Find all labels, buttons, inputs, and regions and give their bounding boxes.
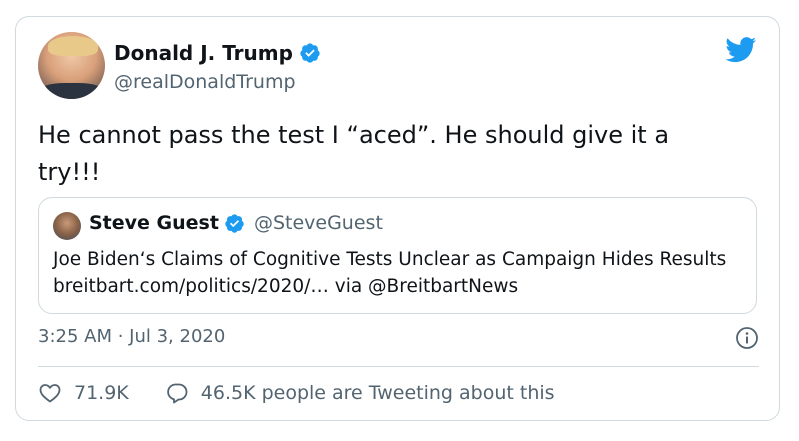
avatar-hair bbox=[48, 36, 98, 56]
quoted-tweet-text: Joe Biden‘s Claims of Cognitive Tests Un… bbox=[53, 249, 727, 297]
verified-badge-icon bbox=[300, 43, 320, 63]
quoted-author-name[interactable]: Steve Guest bbox=[89, 212, 219, 234]
tweet-text: He cannot pass the test I “aced”. He sho… bbox=[38, 121, 670, 186]
author-handle[interactable]: @realDonaldTrump bbox=[114, 71, 296, 93]
tweet-actions: 71.9K 46.5K people are Tweeting about th… bbox=[38, 381, 555, 405]
verified-badge-icon bbox=[225, 213, 244, 233]
quoted-author-row: Steve Guest @SteveGuest bbox=[89, 212, 383, 234]
heart-icon bbox=[39, 384, 61, 403]
speech-bubble-icon bbox=[166, 383, 188, 404]
twitter-bird-icon[interactable] bbox=[725, 37, 757, 63]
info-icon[interactable] bbox=[735, 326, 759, 350]
conversation-count: 46.5K people are Tweeting about this bbox=[200, 382, 555, 404]
avatar-suit bbox=[38, 83, 105, 99]
actions-divider bbox=[38, 366, 759, 367]
author-display-name[interactable]: Donald J. Trump bbox=[114, 41, 293, 65]
quoted-author-handle[interactable]: @SteveGuest bbox=[254, 212, 383, 234]
like-button[interactable]: 71.9K bbox=[38, 381, 129, 405]
tweet-timestamp[interactable]: 3:25 AM · Jul 3, 2020 bbox=[38, 326, 225, 347]
author-avatar[interactable] bbox=[38, 32, 105, 99]
author-name-row: Donald J. Trump bbox=[114, 41, 321, 65]
quoted-tweet[interactable]: Steve Guest @SteveGuest Joe Biden‘s Clai… bbox=[38, 197, 757, 314]
reply-button[interactable]: 46.5K people are Tweeting about this bbox=[165, 381, 555, 405]
like-count: 71.9K bbox=[74, 382, 129, 404]
tweet-card[interactable]: Donald J. Trump @realDonaldTrump He cann… bbox=[15, 16, 780, 421]
quoted-author-avatar[interactable] bbox=[53, 212, 81, 240]
